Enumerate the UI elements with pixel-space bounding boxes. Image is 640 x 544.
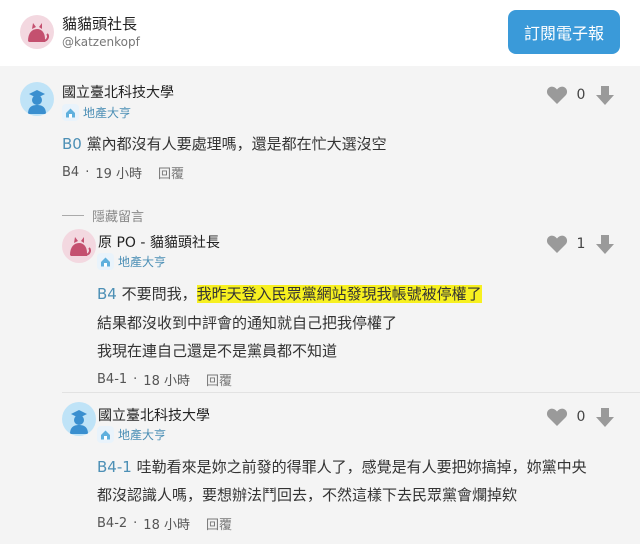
reply-text-line: 都沒認識人嗎，要想辦法鬥回去，不然這樣下去民眾黨會爛掉欸 bbox=[97, 486, 518, 504]
floor-reference-link[interactable]: B4 bbox=[97, 285, 117, 303]
comment-meta: B4 · 19 小時 回覆 bbox=[62, 163, 185, 182]
badge-label: 地產大亨 bbox=[83, 106, 132, 120]
comment-actions: 0 bbox=[546, 84, 616, 106]
floor-number: B4-2 bbox=[97, 516, 128, 531]
reply-meta: B4-1 · 18 小時 回覆 bbox=[97, 370, 232, 389]
heart-icon[interactable] bbox=[546, 407, 568, 427]
reply-text-line: 結果都沒收到中評會的通知就自己把我停權了 bbox=[97, 314, 398, 332]
user-badge: 地產大亨 bbox=[97, 426, 166, 443]
reply-actions: 1 bbox=[546, 233, 616, 255]
author-avatar[interactable] bbox=[20, 15, 54, 49]
arrow-down-icon[interactable] bbox=[594, 233, 616, 255]
divider bbox=[62, 392, 640, 393]
reply-actions: 0 bbox=[546, 406, 616, 428]
arrow-down-icon[interactable] bbox=[594, 406, 616, 428]
reply-button[interactable]: 回覆 bbox=[206, 370, 232, 389]
reply-author[interactable]: 國立臺北科技大學 bbox=[98, 405, 210, 425]
heart-icon[interactable] bbox=[546, 85, 568, 105]
cat-avatar-icon bbox=[70, 237, 91, 256]
reply-time: 18 小時 bbox=[143, 374, 190, 389]
author-handle: @katzenkopf bbox=[62, 35, 140, 49]
reply-text-line: 我現在連自己還是不是黨員都不知道 bbox=[97, 342, 338, 360]
floor-number: B4 bbox=[62, 165, 80, 180]
reply-text-line: B4 不要問我，我昨天登入民眾黨網站發現我帳號被停權了 bbox=[97, 280, 482, 308]
heart-icon[interactable] bbox=[546, 234, 568, 254]
comment-time: 19 小時 bbox=[95, 167, 143, 182]
floor-reference-link[interactable]: B4-1 bbox=[97, 458, 132, 476]
reply-body: 不要問我， bbox=[121, 285, 197, 303]
reply-author[interactable]: 原 PO - 貓貓頭社長 bbox=[98, 232, 220, 252]
floor-reference-link[interactable]: B0 bbox=[62, 135, 82, 153]
comment-text: B0 黨內都沒有人要處理嗎，還是都在忙大選沒空 bbox=[62, 130, 387, 158]
comment-body: 黨內都沒有人要處理嗎，還是都在忙大選沒空 bbox=[86, 135, 387, 153]
badge-label: 地產大亨 bbox=[118, 428, 167, 442]
badge-label: 地產大亨 bbox=[118, 255, 167, 269]
like-count: 1 bbox=[576, 236, 586, 252]
reply-text-line: B4-1 哇勒看來是妳之前發的得罪人了，感覺是有人要把妳搞掉，妳黨中央 bbox=[97, 453, 587, 481]
hidden-comments-toggle[interactable]: 隱藏留言 bbox=[62, 206, 144, 225]
user-badge: 地產大亨 bbox=[97, 253, 166, 270]
reply-button[interactable]: 回覆 bbox=[158, 163, 184, 182]
floor-number: B4-1 bbox=[97, 372, 128, 387]
commenter-avatar[interactable] bbox=[20, 82, 54, 116]
reply-button[interactable]: 回覆 bbox=[206, 514, 232, 533]
commenter-avatar[interactable] bbox=[62, 402, 96, 436]
house-badge-icon bbox=[97, 426, 114, 443]
student-avatar-icon bbox=[28, 90, 46, 114]
house-badge-icon bbox=[62, 104, 79, 121]
user-badge: 地產大亨 bbox=[62, 104, 131, 121]
author-name[interactable]: 貓貓頭社長 bbox=[62, 13, 137, 34]
cat-avatar-icon bbox=[28, 23, 49, 42]
reply-time: 18 小時 bbox=[143, 518, 190, 533]
student-avatar-icon bbox=[70, 410, 88, 434]
op-avatar[interactable] bbox=[62, 229, 96, 263]
post-header: 貓貓頭社長 @katzenkopf 訂閱電子報 bbox=[0, 0, 640, 66]
highlighted-text: 我昨天登入民眾黨網站發現我帳號被停權了 bbox=[196, 285, 482, 303]
comment-author[interactable]: 國立臺北科技大學 bbox=[62, 82, 174, 102]
hidden-comments-label: 隱藏留言 bbox=[92, 210, 145, 225]
subscribe-button[interactable]: 訂閱電子報 bbox=[508, 10, 620, 54]
comment-section: 國立臺北科技大學 地產大亨 B0 黨內都沒有人要處理嗎，還是都在忙大選沒空 B4… bbox=[0, 66, 640, 544]
house-badge-icon bbox=[97, 253, 114, 270]
reply-body: 哇勒看來是妳之前發的得罪人了，感覺是有人要把妳搞掉，妳黨中央 bbox=[136, 458, 587, 476]
arrow-down-icon[interactable] bbox=[594, 84, 616, 106]
like-count: 0 bbox=[576, 409, 586, 425]
divider bbox=[62, 215, 84, 216]
reply-meta: B4-2 · 18 小時 回覆 bbox=[97, 514, 232, 533]
like-count: 0 bbox=[576, 87, 586, 103]
